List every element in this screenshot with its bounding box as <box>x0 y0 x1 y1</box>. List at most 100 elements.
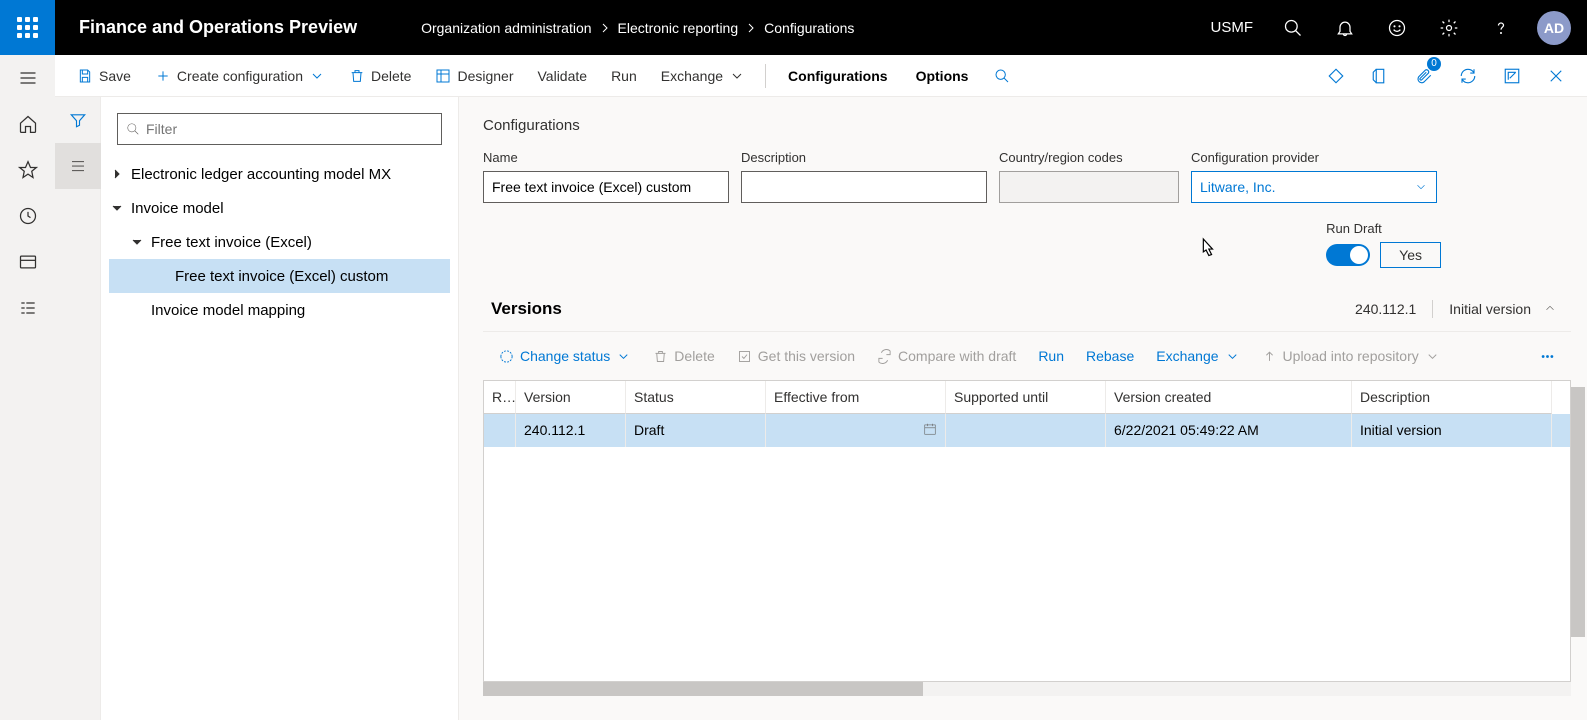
designer-button[interactable]: Designer <box>425 55 523 97</box>
name-input[interactable] <box>483 171 729 203</box>
col-version[interactable]: Version <box>516 381 626 414</box>
smiley-icon[interactable] <box>1373 0 1421 55</box>
save-label: Save <box>99 68 131 84</box>
tree-node-mapping[interactable]: Invoice model mapping <box>109 293 450 327</box>
filter-pane-icon[interactable] <box>55 97 101 143</box>
horizontal-scrollbar[interactable] <box>483 682 1571 696</box>
filter-field[interactable] <box>146 121 433 137</box>
attachments-button[interactable]: 0 <box>1405 55 1443 97</box>
tree-node-mx[interactable]: Electronic ledger accounting model MX <box>109 157 450 191</box>
tree-node-fti-custom[interactable]: Free text invoice (Excel) custom <box>109 259 450 293</box>
col-effective[interactable]: Effective from <box>766 381 946 414</box>
validate-button[interactable]: Validate <box>528 55 598 97</box>
cell-r <box>484 414 516 447</box>
rebase-button[interactable]: Rebase <box>1078 340 1142 372</box>
cell-effective <box>766 414 946 447</box>
exchange-button[interactable]: Exchange <box>651 55 755 97</box>
popout-icon[interactable] <box>1493 55 1531 97</box>
col-created[interactable]: Version created <box>1106 381 1352 414</box>
home-icon[interactable] <box>0 101 55 147</box>
app-title: Finance and Operations Preview <box>55 17 381 38</box>
provider-label: Configuration provider <box>1191 150 1437 165</box>
name-label: Name <box>483 150 729 165</box>
chevron-right-icon <box>746 20 756 36</box>
versions-table: R... Version Status Effective from Suppo… <box>483 380 1571 682</box>
crumb-2[interactable]: Configurations <box>764 20 854 36</box>
close-icon[interactable] <box>1537 55 1575 97</box>
tree-node-invoice-model[interactable]: Invoice model <box>109 191 450 225</box>
help-icon[interactable] <box>1477 0 1525 55</box>
options-tab[interactable]: Options <box>904 68 981 84</box>
bell-icon[interactable] <box>1321 0 1369 55</box>
tree-filter-input[interactable] <box>117 113 442 145</box>
provider-select[interactable]: Litware, Inc. <box>1191 171 1437 203</box>
table-row[interactable]: 240.112.1 Draft 6/22/2021 05:49:22 AM In… <box>484 414 1570 447</box>
collapse-icon[interactable] <box>1537 301 1563 318</box>
versions-meta-desc: Initial version <box>1443 301 1537 317</box>
gear-icon[interactable] <box>1425 0 1473 55</box>
list-pane-icon[interactable] <box>55 143 101 189</box>
tree-label: Invoice model <box>131 200 224 217</box>
tree-node-fti-excel[interactable]: Free text invoice (Excel) <box>109 225 450 259</box>
separator <box>1432 300 1433 318</box>
office-icon[interactable] <box>1361 55 1399 97</box>
refresh-icon[interactable] <box>1449 55 1487 97</box>
clock-icon[interactable] <box>0 193 55 239</box>
compare-button[interactable]: Compare with draft <box>869 340 1024 372</box>
tree-panel: Electronic ledger accounting model MX In… <box>101 97 459 720</box>
calendar-icon[interactable] <box>923 422 937 439</box>
versions-section: Versions 240.112.1 Initial version Chang… <box>483 286 1571 696</box>
change-status-button[interactable]: Change status <box>491 340 639 372</box>
diamond-icon[interactable] <box>1317 55 1355 97</box>
search-action-button[interactable] <box>984 55 1020 97</box>
attachment-badge: 0 <box>1427 57 1441 71</box>
version-exchange-button[interactable]: Exchange <box>1148 340 1247 372</box>
upload-label: Upload into repository <box>1283 348 1419 364</box>
hamburger-icon[interactable] <box>0 55 55 101</box>
rundraft-label: Run Draft <box>1326 221 1441 236</box>
configurations-tab[interactable]: Configurations <box>776 68 900 84</box>
designer-label: Designer <box>457 68 513 84</box>
col-supported[interactable]: Supported until <box>946 381 1106 414</box>
modules-icon[interactable] <box>0 285 55 331</box>
version-delete-button[interactable]: Delete <box>645 340 722 372</box>
avatar[interactable]: AD <box>1537 11 1571 45</box>
collapse-icon[interactable] <box>109 203 125 213</box>
vertical-scrollbar[interactable] <box>1571 387 1585 637</box>
change-status-label: Change status <box>520 348 610 364</box>
table-body-empty <box>484 447 1570 681</box>
desc-input[interactable] <box>741 171 987 203</box>
version-run-button[interactable]: Run <box>1030 340 1072 372</box>
separator <box>765 64 766 88</box>
col-description[interactable]: Description <box>1352 381 1552 414</box>
save-button[interactable]: Save <box>67 55 141 97</box>
delete-button[interactable]: Delete <box>339 55 421 97</box>
create-configuration-button[interactable]: Create configuration <box>145 55 335 97</box>
desc-label: Description <box>741 150 987 165</box>
search-icon[interactable] <box>1269 0 1317 55</box>
top-header: Finance and Operations Preview Organizat… <box>0 0 1587 55</box>
col-status[interactable]: Status <box>626 381 766 414</box>
rundraft-value: Yes <box>1380 242 1441 268</box>
get-version-button[interactable]: Get this version <box>729 340 863 372</box>
company-picker[interactable]: USMF <box>1199 19 1266 36</box>
expand-icon[interactable] <box>109 169 125 179</box>
form-row-1: Name Description Country/region codes Co… <box>483 150 1571 203</box>
versions-meta-version: 240.112.1 <box>1349 301 1422 317</box>
app-launcher-button[interactable] <box>0 0 55 55</box>
rundraft-toggle[interactable] <box>1326 244 1370 266</box>
more-button[interactable] <box>1532 340 1563 372</box>
run-button[interactable]: Run <box>601 55 647 97</box>
workspace-icon[interactable] <box>0 239 55 285</box>
star-icon[interactable] <box>0 147 55 193</box>
config-tree: Electronic ledger accounting model MX In… <box>101 157 458 327</box>
col-r[interactable]: R... <box>484 381 516 414</box>
crumb-0[interactable]: Organization administration <box>421 20 591 36</box>
crumb-1[interactable]: Electronic reporting <box>618 20 739 36</box>
upload-button[interactable]: Upload into repository <box>1254 340 1448 372</box>
collapse-icon[interactable] <box>129 237 145 247</box>
cell-status: Draft <box>626 414 766 447</box>
cell-description: Initial version <box>1352 414 1552 447</box>
get-label: Get this version <box>758 348 855 364</box>
chevron-down-icon <box>729 68 745 84</box>
